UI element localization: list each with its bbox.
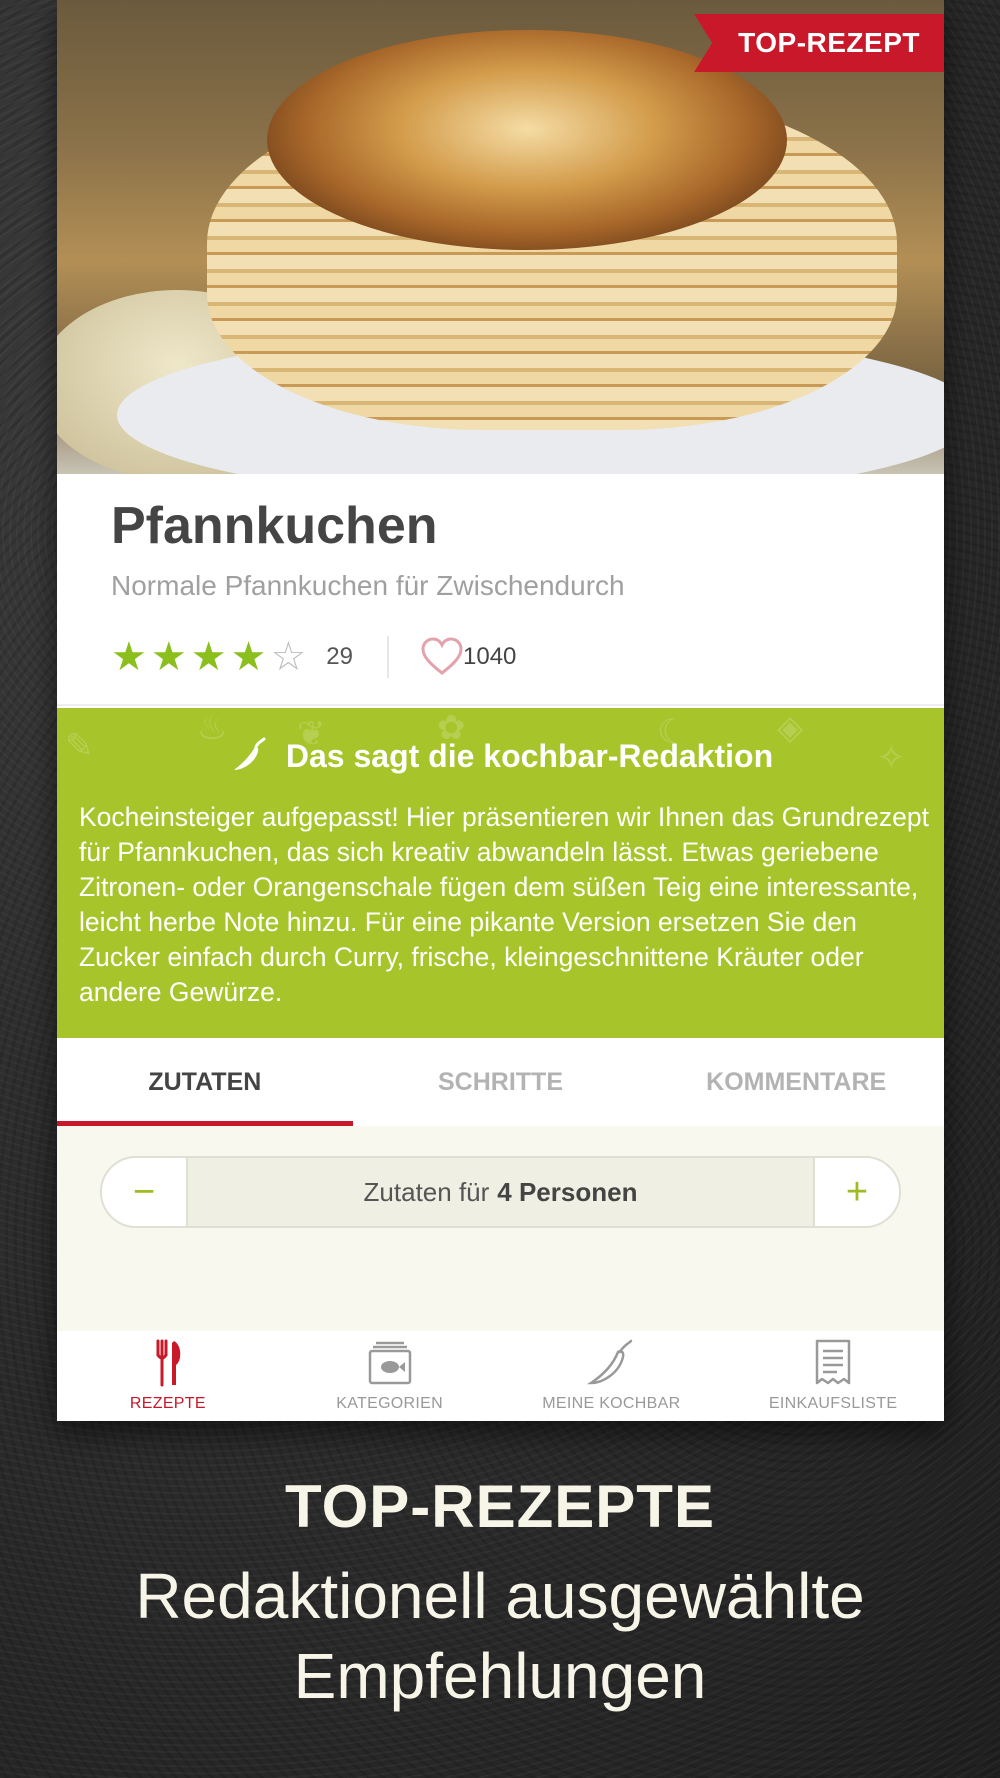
star-empty-icon: ☆ (270, 635, 307, 679)
tab-kommentare[interactable]: KOMMENTARE (648, 1038, 944, 1126)
recipe-tabs: ZUTATEN SCHRITTE KOMMENTARE (57, 1038, 944, 1126)
star-filled-icon: ★ (230, 635, 267, 679)
fork-knife-icon (156, 1339, 181, 1387)
nav-einkaufsliste[interactable]: EINKAUFSLISTE (722, 1331, 944, 1421)
nav-meine-kochbar[interactable]: MEINE KOCHBAR (501, 1331, 723, 1421)
chili-outline-icon (587, 1339, 633, 1385)
promo-subtitle-line: Empfehlungen (293, 1640, 707, 1712)
likes-count: 1040 (463, 643, 517, 670)
decrease-servings-button[interactable]: − (102, 1158, 186, 1226)
app-screen: TOP-REZEPT Pfannkuchen Normale Pfannkuch… (57, 0, 944, 1421)
bottom-navigation: REZEPTE KATEGORIEN MEINE KOCHBAR EINKAUF… (57, 1331, 944, 1421)
top-recipe-badge: TOP-REZEPT (694, 14, 944, 72)
increase-servings-button[interactable]: + (815, 1158, 899, 1226)
nav-label: MEINE KOCHBAR (542, 1395, 681, 1412)
star-filled-icon: ★ (190, 635, 227, 679)
recipe-subtitle: Normale Pfannkuchen für Zwischendurch (111, 570, 625, 601)
nav-label: KATEGORIEN (336, 1395, 443, 1412)
heart-icon[interactable] (421, 637, 463, 677)
servings-value: 4 Personen (497, 1176, 638, 1207)
servings-prefix: Zutaten für (363, 1176, 490, 1207)
editorial-heading-text: Das sagt die kochbar-Redaktion (285, 737, 774, 774)
editorial-heading: Das sagt die kochbar-Redaktion (57, 736, 944, 776)
editorial-text: Kocheinsteiger aufgepasst! Hier präsenti… (79, 802, 929, 1007)
recipe-hero-image: TOP-REZEPT (57, 0, 944, 474)
editorial-box: ✎ ♨ ❦ ✿ ☾ ◈ ✧ Das sagt die kochbar-Redak… (57, 708, 944, 1038)
promo-subtitle: Redaktionell ausgewählte Empfehlungen (0, 1556, 1000, 1716)
star-filled-icon: ★ (111, 635, 147, 679)
star-rating[interactable]: ★ ★ ★ ★ ☆ (111, 637, 306, 677)
promo-title: TOP-REZEPTE (285, 1473, 715, 1540)
tab-zutaten[interactable]: ZUTATEN (57, 1038, 353, 1126)
rating-count: 29 (326, 643, 353, 670)
servings-stepper: − Zutaten für 4 Personen + (100, 1156, 901, 1228)
receipt-icon (815, 1339, 851, 1385)
divider (57, 704, 944, 706)
category-box-icon (368, 1341, 411, 1385)
nav-kategorien[interactable]: KATEGORIEN (279, 1331, 501, 1421)
recipe-title: Pfannkuchen (111, 497, 438, 555)
ingredients-panel: − Zutaten für 4 Personen + (57, 1126, 944, 1331)
nav-label: REZEPTE (129, 1395, 206, 1412)
servings-label: Zutaten für 4 Personen (186, 1158, 815, 1226)
chili-icon (233, 737, 266, 770)
tab-schritte[interactable]: SCHRITTE (353, 1038, 649, 1126)
divider (387, 636, 389, 678)
star-filled-icon: ★ (150, 635, 187, 679)
rating-row: ★ ★ ★ ★ ☆ 29 1040 (111, 632, 516, 682)
nav-rezepte[interactable]: REZEPTE (57, 1331, 279, 1421)
recipe-header: Pfannkuchen Normale Pfannkuchen für Zwis… (57, 474, 944, 706)
nav-label: EINKAUFSLISTE (768, 1395, 898, 1412)
promo-subtitle-line: Redaktionell ausgewählte (135, 1560, 865, 1632)
